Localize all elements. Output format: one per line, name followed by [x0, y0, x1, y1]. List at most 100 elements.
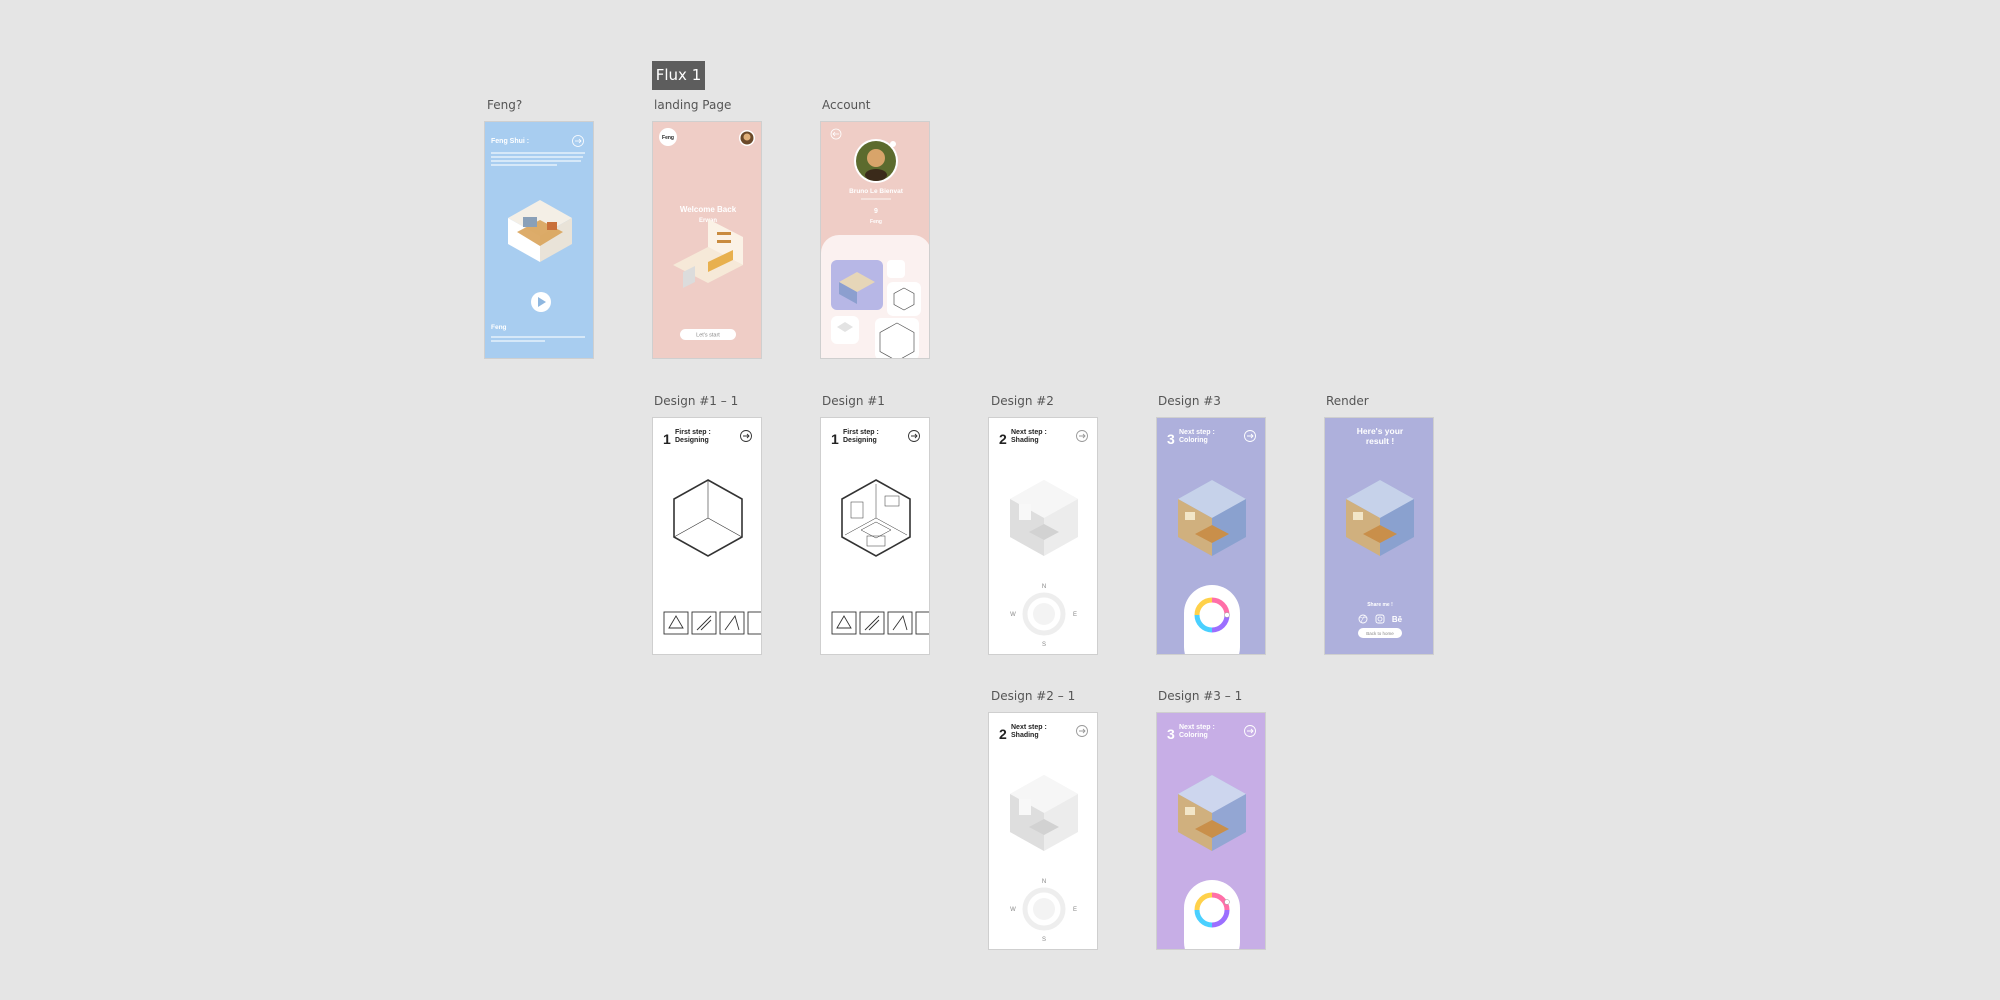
intro-text-lines: [491, 152, 585, 166]
account-count: 9: [874, 208, 878, 215]
compass-west: W: [1010, 612, 1016, 618]
tool-thumbnails[interactable]: [663, 611, 762, 635]
frame-design3-1-content: 3 Next step : Coloring: [1167, 724, 1256, 949]
feng-title: Feng Shui :: [491, 138, 529, 145]
frame-account-content: Bruno Le Bienvat 9 Feng: [821, 128, 929, 359]
color-picker-panel: [1184, 585, 1240, 654]
landing-logo: Feng: [662, 135, 674, 141]
frame-design1[interactable]: 1 First step : Designing: [820, 417, 930, 655]
empty-hexagon-room: [673, 479, 743, 557]
compass-west: W: [1010, 907, 1016, 913]
frame-feng-content: Feng Shui : Feng: [491, 135, 585, 342]
tool-thumbnails[interactable]: [831, 611, 930, 635]
frame-label-feng[interactable]: Feng?: [487, 98, 522, 112]
frame-label-design2[interactable]: Design #2: [991, 394, 1054, 408]
share-text: Share me !: [1367, 602, 1393, 608]
isometric-room-illustration: [673, 219, 743, 288]
avatar[interactable]: [739, 130, 755, 146]
frame-render[interactable]: Here's your result ! Share me ! Bē Back …: [1324, 417, 1434, 655]
profile-avatar[interactable]: [854, 139, 898, 183]
dribbble-icon[interactable]: [1358, 614, 1368, 624]
next-arrow-icon[interactable]: [1244, 725, 1256, 737]
play-button[interactable]: [531, 292, 551, 312]
color-wheel-handle[interactable]: [1224, 899, 1230, 905]
render-title-line1: Here's your: [1357, 426, 1404, 436]
frame-label-design1-1[interactable]: Design #1 – 1: [654, 394, 738, 408]
sketched-hexagon-room: [841, 479, 911, 557]
next-arrow-icon[interactable]: [908, 430, 920, 442]
frame-design1-1[interactable]: 1 First step : Designing: [652, 417, 762, 655]
compass-north: N: [1042, 879, 1046, 885]
frame-design2-content: 2 Next step : Shading N E S W: [999, 429, 1088, 648]
frame-label-render[interactable]: Render: [1326, 394, 1369, 408]
frame-label-design3-1[interactable]: Design #3 – 1: [1158, 689, 1242, 703]
next-arrow-icon[interactable]: [1076, 725, 1088, 737]
step-title-line2: Designing: [675, 437, 709, 444]
step-title-line2: Coloring: [1179, 732, 1208, 739]
color-picker-panel: [1184, 880, 1240, 949]
frame-landing-content: Feng Welcome Back Erwan Let's start: [659, 128, 755, 340]
color-wheel-handle[interactable]: [1224, 612, 1230, 618]
step-title-line1: Next step :: [1011, 724, 1047, 731]
gallery-card-hex[interactable]: [887, 282, 921, 316]
next-arrow-icon[interactable]: [1076, 430, 1088, 442]
gallery-card-small[interactable]: [887, 260, 905, 278]
compass-south: S: [1042, 937, 1046, 943]
welcome-text: Welcome Back: [680, 205, 737, 214]
final-room-illustration: [1346, 480, 1414, 556]
next-arrow-icon[interactable]: [1244, 430, 1256, 442]
frame-label-design2-1[interactable]: Design #2 – 1: [991, 689, 1075, 703]
step-title-line1: First step :: [675, 429, 711, 436]
step-title-line1: Next step :: [1179, 429, 1215, 436]
frame-feng[interactable]: Feng Shui : Feng: [484, 121, 594, 359]
footer-text-lines: [491, 336, 585, 342]
compass-east: E: [1073, 612, 1077, 618]
frame-design2-1[interactable]: 2 Next step : Shading N E S W: [988, 712, 1098, 950]
frame-landing-page[interactable]: Feng Welcome Back Erwan Let's start: [652, 121, 762, 359]
compass-north: N: [1042, 584, 1046, 590]
compass-south: S: [1042, 642, 1046, 648]
frame-design3-1[interactable]: 3 Next step : Coloring: [1156, 712, 1266, 950]
step-number: 2: [999, 726, 1007, 742]
isometric-room-illustration: [508, 200, 572, 262]
frame-render-content: Here's your result ! Share me ! Bē Back …: [1346, 426, 1414, 638]
account-count-label: Feng: [870, 219, 882, 225]
frame-design3-content: 3 Next step : Coloring: [1167, 429, 1256, 654]
step-title-line2: Shading: [1011, 437, 1039, 444]
back-arrow-icon[interactable]: [830, 128, 842, 140]
step-number: 1: [663, 431, 671, 447]
frame-design2[interactable]: 2 Next step : Shading N E S W: [988, 417, 1098, 655]
step-title-line1: Next step :: [1011, 429, 1047, 436]
shaded-room-illustration: [1010, 480, 1078, 556]
frame-label-design1[interactable]: Design #1: [822, 394, 885, 408]
next-arrow-icon[interactable]: [740, 430, 752, 442]
render-title-line2: result !: [1366, 436, 1395, 446]
account-user-name: Bruno Le Bienvat: [849, 188, 904, 195]
frame-label-design3[interactable]: Design #3: [1158, 394, 1221, 408]
flow-tag[interactable]: Flux 1: [652, 61, 705, 90]
gallery-card-sketch[interactable]: [875, 318, 919, 359]
gallery-card[interactable]: [831, 260, 883, 310]
step-number: 2: [999, 431, 1007, 447]
step-title-line1: Next step :: [1179, 724, 1215, 731]
frame-label-landing[interactable]: landing Page: [654, 98, 731, 112]
step-number: 3: [1167, 726, 1175, 742]
compass-east: E: [1073, 907, 1077, 913]
frame-design1-1-content: 1 First step : Designing: [663, 429, 762, 635]
frame-label-account[interactable]: Account: [822, 98, 870, 112]
frame-account[interactable]: Bruno Le Bienvat 9 Feng: [820, 121, 930, 359]
instagram-icon[interactable]: [1375, 614, 1385, 624]
step-title-line2: Designing: [843, 437, 877, 444]
frame-design3[interactable]: 3 Next step : Coloring: [1156, 417, 1266, 655]
feng-footer-title: Feng: [491, 324, 507, 331]
arrow-right-icon[interactable]: [572, 135, 584, 147]
lets-start-label[interactable]: Let's start: [696, 333, 720, 339]
colored-room-illustration: [1178, 775, 1246, 851]
step-title-line1: First step :: [843, 429, 879, 436]
compass[interactable]: [1022, 592, 1066, 636]
back-to-home-label[interactable]: Back to home: [1366, 631, 1394, 636]
behance-icon[interactable]: Bē: [1392, 615, 1403, 624]
step-number: 3: [1167, 431, 1175, 447]
frame-design2-1-content: 2 Next step : Shading N E S W: [999, 724, 1088, 943]
compass[interactable]: [1022, 887, 1066, 931]
